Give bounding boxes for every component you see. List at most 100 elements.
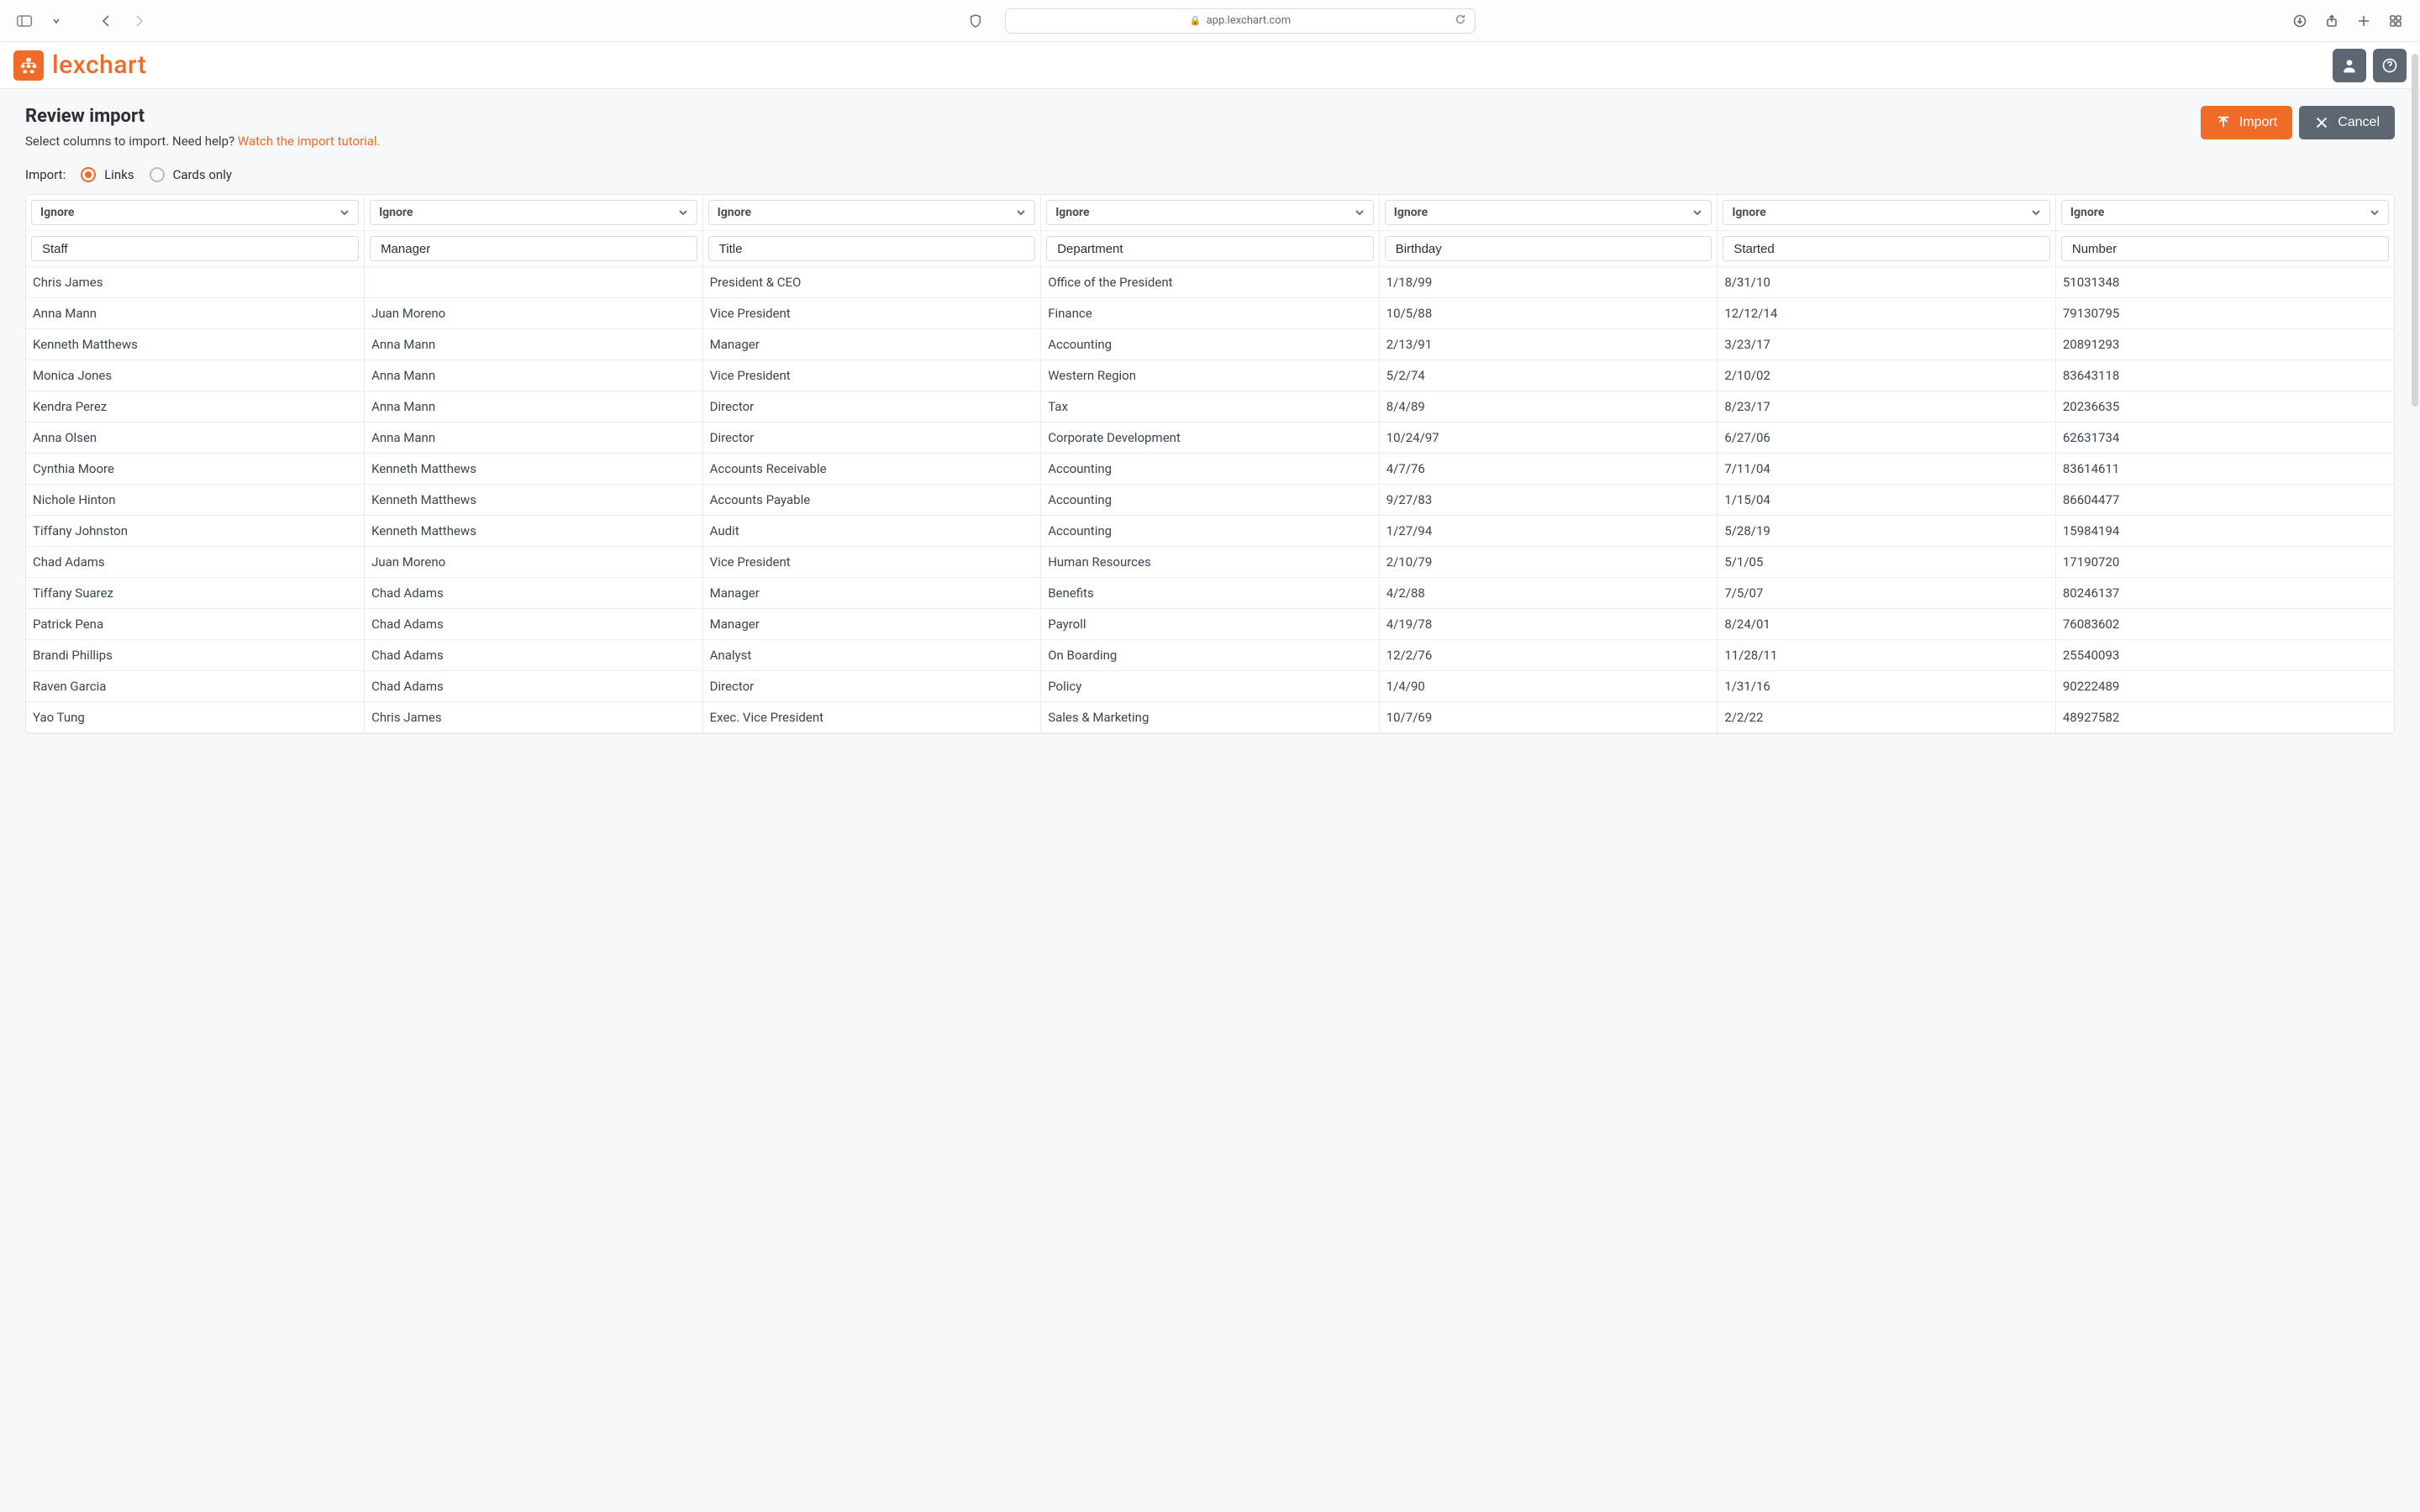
table-row: Kendra PerezAnna MannDirectorTax8/4/898/… (26, 391, 2394, 423)
chevron-down-icon (339, 207, 350, 218)
table-cell: 8/31/10 (1718, 267, 2056, 298)
browser-url-bar[interactable]: 🔒 app.lexchart.com (1005, 8, 1476, 34)
browser-url-text: app.lexchart.com (1207, 14, 1292, 27)
column-header-input-0[interactable] (31, 236, 359, 261)
table-cell: Raven Garcia (26, 671, 365, 702)
column-header-input-5[interactable] (1723, 236, 2050, 261)
table-cell: Accounting (1041, 454, 1380, 485)
table-cell: Chad Adams (26, 547, 365, 578)
app-header: lexchart (0, 42, 2420, 89)
privacy-shield-icon[interactable] (963, 8, 988, 34)
downloads-icon[interactable] (2287, 8, 2312, 34)
column-mapping-value: Ignore (40, 206, 74, 219)
table-row: Cynthia MooreKenneth MatthewsAccounts Re… (26, 454, 2394, 485)
table-cell: Director (702, 671, 1041, 702)
column-mapping-value: Ignore (1055, 206, 1089, 219)
table-row: Nichole HintonKenneth MatthewsAccounts P… (26, 485, 2394, 516)
column-header-input-2[interactable] (708, 236, 1036, 261)
column-mapping-value: Ignore (718, 206, 751, 219)
close-icon (2314, 115, 2329, 130)
table-cell: 2/2/22 (1718, 702, 2056, 733)
browser-forward-icon (126, 8, 151, 34)
table-cell: 1/4/90 (1379, 671, 1718, 702)
table-cell: 86604477 (2055, 485, 2394, 516)
table-cell: 5/1/05 (1718, 547, 2056, 578)
table-cell: 1/31/16 (1718, 671, 2056, 702)
cancel-button[interactable]: Cancel (2299, 106, 2395, 139)
help-line: Select columns to import. Need help? Wat… (25, 134, 381, 149)
table-cell: Accounting (1041, 516, 1380, 547)
table-cell: 2/10/02 (1718, 360, 2056, 391)
import-mode-label: Import: (25, 167, 66, 182)
import-button[interactable]: Import (2201, 106, 2292, 139)
radio-unchecked-icon (150, 167, 165, 182)
new-tab-icon[interactable] (2351, 8, 2376, 34)
browser-tab-dropdown-icon[interactable] (44, 8, 69, 34)
column-header-input-3[interactable] (1046, 236, 1374, 261)
import-mode-cards[interactable]: Cards only (150, 167, 232, 182)
page-title: Review import (25, 106, 381, 127)
table-cell: 3/23/17 (1718, 329, 2056, 360)
column-mapping-value: Ignore (1732, 206, 1765, 219)
share-icon[interactable] (2319, 8, 2344, 34)
browser-sidebar-toggle-icon[interactable] (12, 8, 37, 34)
chevron-down-icon (678, 207, 688, 218)
column-mapping-select-5[interactable]: Ignore (1723, 200, 2050, 225)
table-cell: Office of the President (1041, 267, 1380, 298)
table-cell: On Boarding (1041, 640, 1380, 671)
help-button[interactable] (2373, 49, 2407, 82)
table-cell: Finance (1041, 298, 1380, 329)
chevron-down-icon (1692, 207, 1702, 218)
table-row: Chad AdamsJuan MorenoVice PresidentHuman… (26, 547, 2394, 578)
table-cell: Kenneth Matthews (26, 329, 365, 360)
table-cell: Chad Adams (365, 671, 703, 702)
import-mode-links-label: Links (104, 167, 134, 182)
table-cell: 17190720 (2055, 547, 2394, 578)
table-cell: Accounts Receivable (702, 454, 1041, 485)
column-mapping-select-3[interactable]: Ignore (1046, 200, 1374, 225)
column-mapping-select-0[interactable]: Ignore (31, 200, 359, 225)
column-mapping-select-2[interactable]: Ignore (708, 200, 1036, 225)
cancel-button-label: Cancel (2338, 115, 2380, 130)
app-logo[interactable]: lexchart (13, 50, 146, 81)
table-cell: Analyst (702, 640, 1041, 671)
browser-back-icon[interactable] (94, 8, 119, 34)
column-header-input-1[interactable] (370, 236, 697, 261)
table-cell: Juan Moreno (365, 298, 703, 329)
account-button[interactable] (2333, 49, 2366, 82)
help-tutorial-link[interactable]: Watch the import tutorial. (238, 134, 381, 149)
table-cell: 76083602 (2055, 609, 2394, 640)
table-row: Raven GarciaChad AdamsDirectorPolicy1/4/… (26, 671, 2394, 702)
table-row: Brandi PhillipsChad AdamsAnalystOn Board… (26, 640, 2394, 671)
import-table: Ignore Ignore Ignore Ignore Ignore Ignor… (25, 194, 2395, 734)
reload-icon[interactable] (1455, 13, 1466, 29)
column-header-input-4[interactable] (1385, 236, 1712, 261)
table-cell: 1/15/04 (1718, 485, 2056, 516)
table-cell: 10/24/97 (1379, 423, 1718, 454)
table-row: Monica JonesAnna MannVice PresidentWeste… (26, 360, 2394, 391)
tab-overview-icon[interactable] (2383, 8, 2408, 34)
table-cell: Benefits (1041, 578, 1380, 609)
table-cell: 25540093 (2055, 640, 2394, 671)
table-cell: 90222489 (2055, 671, 2394, 702)
scrollbar-thumb[interactable] (2412, 54, 2418, 407)
column-mapping-select-4[interactable]: Ignore (1385, 200, 1712, 225)
column-mapping-select-1[interactable]: Ignore (370, 200, 697, 225)
table-cell: Kendra Perez (26, 391, 365, 423)
table-cell: Chad Adams (365, 578, 703, 609)
table-cell: 20236635 (2055, 391, 2394, 423)
table-cell: 83643118 (2055, 360, 2394, 391)
table-cell: 48927582 (2055, 702, 2394, 733)
table-cell: Audit (702, 516, 1041, 547)
table-cell: 83614611 (2055, 454, 2394, 485)
table-cell: Anna Mann (365, 360, 703, 391)
app-logo-text: lexchart (52, 50, 146, 80)
table-cell: Anna Olsen (26, 423, 365, 454)
app-logo-mark-icon (13, 50, 44, 81)
column-header-input-6[interactable] (2061, 236, 2389, 261)
column-mapping-select-6[interactable]: Ignore (2061, 200, 2389, 225)
page-scrollbar[interactable] (2412, 47, 2418, 1512)
table-cell: Payroll (1041, 609, 1380, 640)
column-mapping-value: Ignore (379, 206, 413, 219)
import-mode-links[interactable]: Links (81, 167, 134, 182)
